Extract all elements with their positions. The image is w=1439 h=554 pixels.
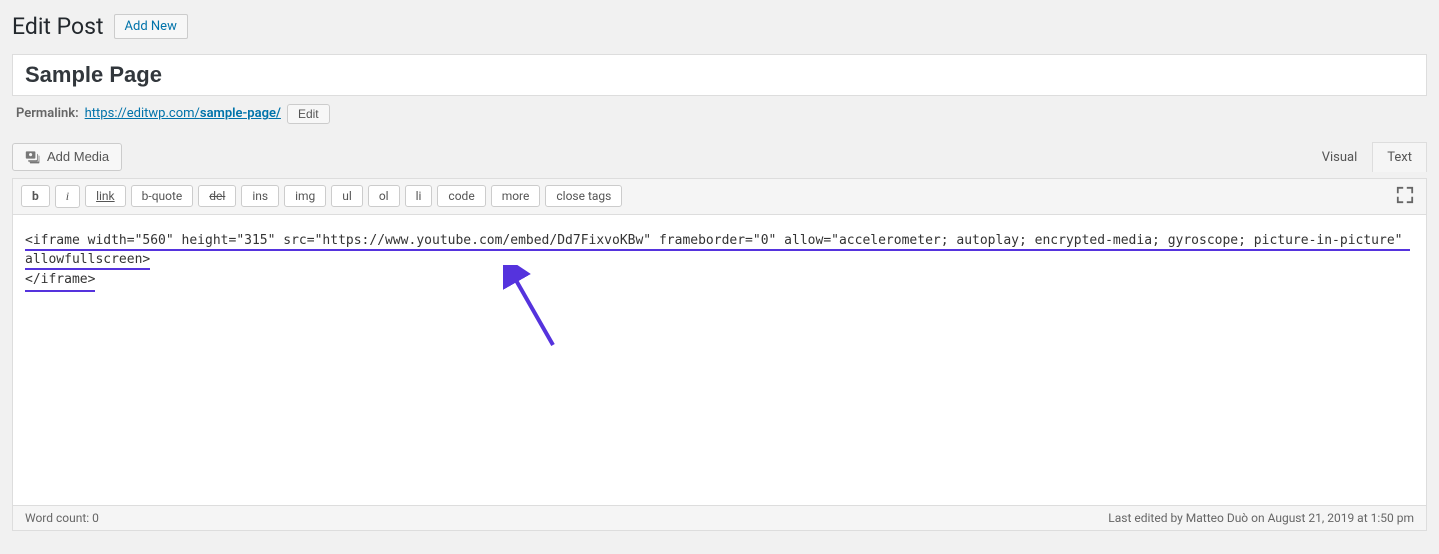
fullscreen-icon xyxy=(1396,186,1414,204)
editor-container: b i link b-quote del ins img ul ol li co… xyxy=(12,178,1427,531)
edit-slug-button[interactable]: Edit xyxy=(287,104,330,124)
post-title-input[interactable] xyxy=(12,54,1427,96)
permalink-slug: sample-page/ xyxy=(200,106,281,121)
permalink-label: Permalink: xyxy=(16,106,79,121)
fullscreen-button[interactable] xyxy=(1392,182,1418,211)
tab-text[interactable]: Text xyxy=(1372,142,1427,172)
qt-close-button[interactable]: close tags xyxy=(545,185,622,207)
add-media-label: Add Media xyxy=(47,149,109,164)
editor-textarea[interactable]: <iframe width="560" height="315" src="ht… xyxy=(13,215,1426,505)
media-icon xyxy=(25,149,41,165)
qt-italic-button[interactable]: i xyxy=(55,185,80,208)
last-edited-label: Last edited by Matteo Duò on August 21, … xyxy=(1108,511,1414,525)
page-title: Edit Post xyxy=(12,12,104,42)
qt-ol-button[interactable]: ol xyxy=(368,185,400,207)
tab-visual[interactable]: Visual xyxy=(1307,142,1373,172)
qt-code-button[interactable]: code xyxy=(437,185,485,207)
qt-img-button[interactable]: img xyxy=(284,185,326,207)
permalink-base: https://editwp.com/ xyxy=(85,106,200,121)
wordcount-label: Word count: 0 xyxy=(25,511,99,525)
qt-bold-button[interactable]: b xyxy=(21,185,50,207)
annotation-arrow-icon xyxy=(503,265,563,355)
permalink-link[interactable]: https://editwp.com/sample-page/ xyxy=(85,106,281,121)
qt-li-button[interactable]: li xyxy=(405,185,433,207)
qt-bquote-button[interactable]: b-quote xyxy=(131,185,194,207)
qt-link-button[interactable]: link xyxy=(85,185,126,207)
content-line-2: </iframe> xyxy=(25,270,95,293)
qt-more-button[interactable]: more xyxy=(491,185,541,207)
qt-del-button[interactable]: del xyxy=(198,185,236,207)
add-new-button[interactable]: Add New xyxy=(114,14,188,39)
qt-ins-button[interactable]: ins xyxy=(241,185,279,207)
qt-ul-button[interactable]: ul xyxy=(331,185,363,207)
add-media-button[interactable]: Add Media xyxy=(12,143,122,171)
content-line-1: <iframe width="560" height="315" src="ht… xyxy=(25,233,1410,271)
